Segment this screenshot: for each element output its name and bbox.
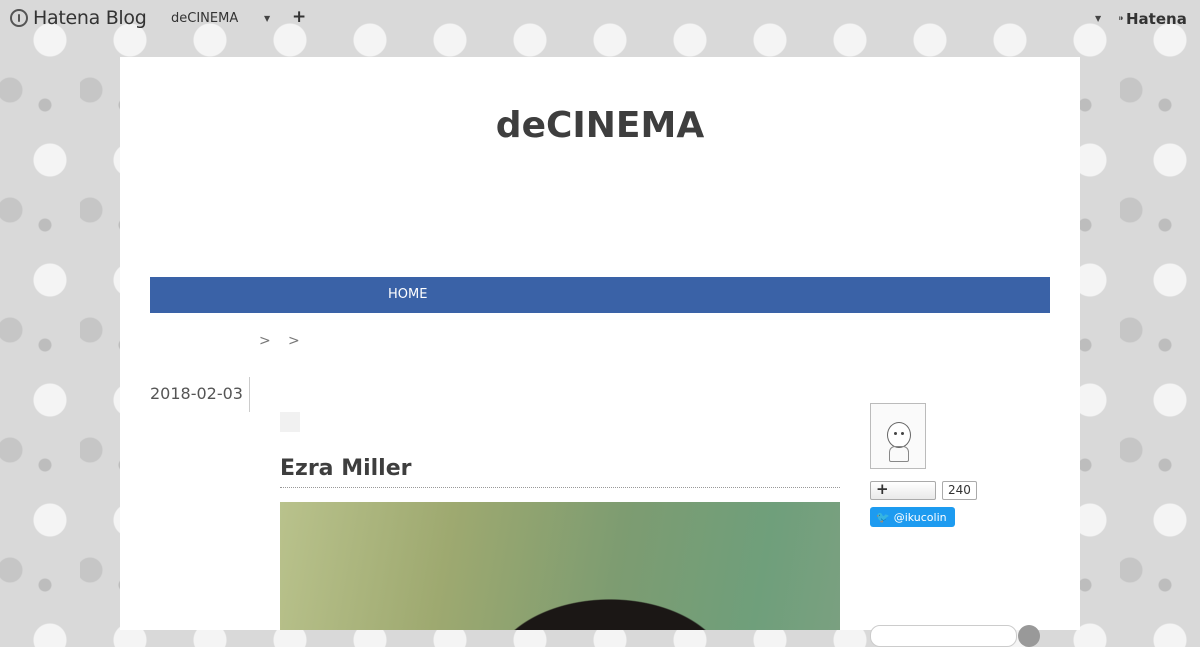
twitter-bird-icon: 🐦	[876, 510, 890, 524]
hatena-account-link[interactable]: ⁍ Hatena	[1118, 10, 1187, 28]
avatar-eye	[901, 432, 904, 435]
avatar-face	[887, 422, 911, 448]
entry-title[interactable]: Ezra Miller	[280, 456, 840, 488]
bookmark-button[interactable]: +	[870, 480, 936, 500]
account-menu-chevron-icon[interactable]: ▼	[1095, 14, 1101, 23]
hatena-bookmark-icon: +	[876, 480, 889, 498]
blog-selector[interactable]: deCINEMA	[171, 11, 238, 26]
hatena-blog-brand: Hatena Blog	[33, 7, 147, 29]
hatena-bookmark-widget: + 240	[870, 480, 977, 500]
entry-category-placeholder	[280, 412, 300, 432]
entry-image	[280, 502, 840, 630]
global-navigation: HOME	[150, 277, 1050, 313]
hatena-logo-icon: ⁍	[1118, 12, 1124, 26]
add-post-button[interactable]: +	[292, 7, 306, 27]
sidebar-search-input[interactable]	[870, 625, 1017, 647]
chevron-down-icon[interactable]: ▼	[264, 14, 270, 23]
hatena-blog-logo[interactable]: Hatena Blog	[10, 7, 147, 29]
nav-item-home[interactable]: HOME	[388, 287, 427, 302]
bookmark-count[interactable]: 240	[942, 481, 977, 500]
twitter-follow-button[interactable]: 🐦 @ikucolin	[870, 507, 955, 527]
avatar-body	[889, 446, 909, 462]
avatar-eye	[894, 432, 897, 435]
author-avatar[interactable]	[870, 403, 926, 469]
hatena-top-bar: Hatena Blog deCINEMA ▼ + ▼ ⁍ Hatena	[0, 0, 1200, 37]
breadcrumb-separator: >	[259, 333, 271, 349]
hatena-blog-logo-icon	[10, 9, 28, 27]
twitter-handle: @ikucolin	[893, 510, 947, 524]
search-submit-button[interactable]	[1018, 625, 1040, 647]
entry-date[interactable]: 2018-02-03	[150, 377, 250, 412]
hatena-account-label: Hatena	[1126, 10, 1187, 28]
blog-content-card: deCINEMA HOME > > 2018-02-03 Ezra Miller…	[120, 57, 1080, 647]
blog-title[interactable]: deCINEMA	[120, 105, 1080, 146]
breadcrumb-separator: >	[288, 333, 300, 349]
